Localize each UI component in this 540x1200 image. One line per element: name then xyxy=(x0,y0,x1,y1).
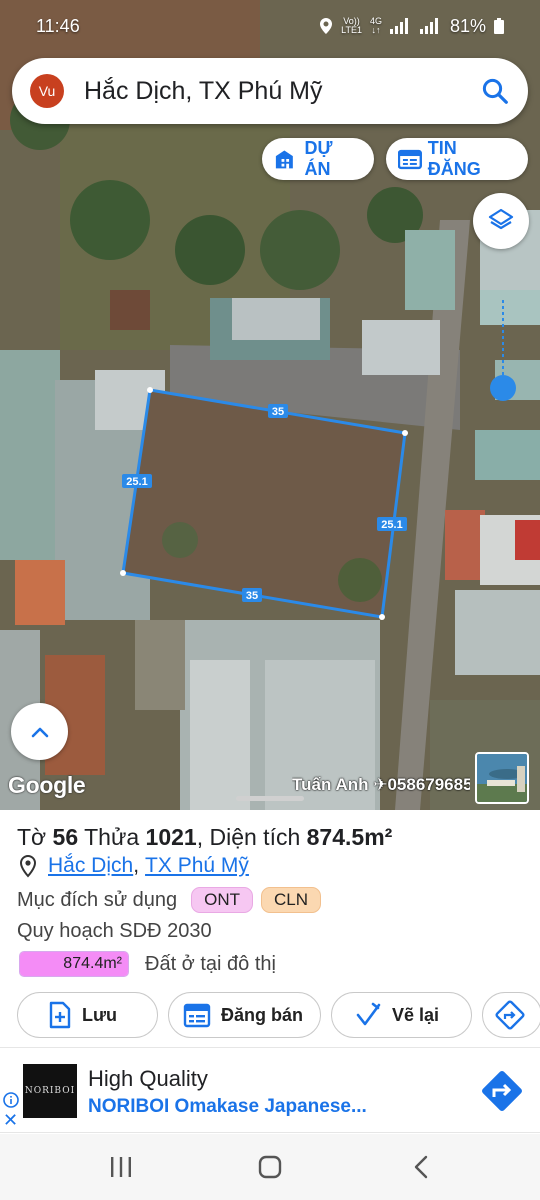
back-icon[interactable] xyxy=(407,1154,437,1180)
tag-cln: CLN xyxy=(261,887,322,913)
tin-dang-label: TIN ĐĂNG xyxy=(427,138,481,179)
status-bar: 11:46 Vo)) LTE1 4G ↓↑ 81% xyxy=(0,0,540,52)
purpose-label: Mục đích sử dụng xyxy=(17,888,178,911)
svg-text:25.1: 25.1 xyxy=(126,476,147,488)
signal-icon-2 xyxy=(419,18,438,34)
sheet-number: 56 xyxy=(52,824,79,850)
layers-button[interactable] xyxy=(473,193,529,249)
search-bar[interactable]: Vu Hắc Dịch, TX Phú Mỹ xyxy=(12,58,528,124)
redraw-icon xyxy=(356,1002,381,1026)
ad-title: High Quality xyxy=(88,1066,208,1091)
ad-banner[interactable]: ✕ NORIBOI High Quality NORIBOI Omakase J… xyxy=(0,1047,540,1133)
avatar[interactable]: Vu xyxy=(30,74,64,108)
location-row: Hắc Dịch, TX Phú Mỹ xyxy=(17,854,249,878)
layers-icon xyxy=(488,208,514,230)
parcel-area: 874.5m² xyxy=(306,824,393,850)
system-nav-bar xyxy=(0,1134,540,1200)
volte-indicator: Vo)) LTE1 xyxy=(341,16,362,35)
search-icon[interactable] xyxy=(480,76,510,106)
measure-bottom: 35 xyxy=(242,588,262,602)
measure-left: 25.1 xyxy=(122,474,152,488)
planning-area-bar: 874.4m² xyxy=(19,951,129,977)
network-indicator: 4G ↓↑ xyxy=(369,16,382,35)
ad-close-icon[interactable]: ✕ xyxy=(3,1111,18,1129)
redraw-button[interactable]: Vẽ lại xyxy=(331,992,472,1038)
status-time: 11:46 xyxy=(36,15,80,36)
planning-area-value: 874.4m² xyxy=(63,955,122,972)
save-button[interactable]: Lưu xyxy=(17,992,158,1038)
planning-area-row: 874.4m² Đất ở tại đô thị xyxy=(19,951,276,977)
save-label: Lưu xyxy=(82,1004,118,1025)
sell-label: Đăng bán xyxy=(221,1004,304,1025)
planning-label: Quy hoạch SDĐ 2030 xyxy=(17,920,212,942)
map-view[interactable]: 35 25.1 25.1 35 11:46 Vo)) LTE1 4G ↓↑ 81% … xyxy=(0,0,540,810)
recent-apps-icon[interactable] xyxy=(106,1154,136,1180)
redraw-label: Vẽ lại xyxy=(392,1004,440,1025)
search-title[interactable]: Hắc Dịch, TX Phú Mỹ xyxy=(84,77,480,106)
location-status-icon xyxy=(320,18,333,34)
listing-icon xyxy=(398,149,422,170)
tag-ont: ONT xyxy=(191,887,254,913)
svg-text:35: 35 xyxy=(272,406,284,418)
du-an-label: DỰ ÁN xyxy=(304,138,333,179)
parcel-info-panel: Tờ 56 Thửa 1021, Diện tích 874.5m² Hắc D… xyxy=(0,810,540,1046)
ad-logo: NORIBOI xyxy=(23,1064,77,1118)
thumbnail-image xyxy=(477,754,527,802)
pin-icon xyxy=(19,854,37,878)
battery-icon xyxy=(494,18,504,34)
measure-top: 35 xyxy=(268,404,288,418)
svg-text:35: 35 xyxy=(246,590,258,602)
add-file-icon xyxy=(49,1001,71,1029)
signal-icon xyxy=(389,18,408,34)
measure-right: 25.1 xyxy=(377,517,407,531)
building-icon xyxy=(275,150,293,169)
du-an-chip[interactable]: DỰ ÁN xyxy=(262,138,374,180)
plot-number: 1021 xyxy=(145,824,197,850)
directions-icon xyxy=(495,1000,525,1030)
expand-up-button[interactable] xyxy=(11,703,68,760)
battery-percent: 81% xyxy=(449,15,486,36)
drag-handle[interactable] xyxy=(236,796,304,801)
street-thumbnail[interactable] xyxy=(475,752,529,804)
action-buttons: Lưu Đăng bán Vẽ lại xyxy=(17,992,540,1038)
ward-link[interactable]: Hắc Dịch xyxy=(48,854,133,878)
chevron-up-icon xyxy=(31,727,48,737)
svg-text:25.1: 25.1 xyxy=(381,519,402,531)
parcel-title: Tờ 56 Thửa 1021, Diện tích 874.5m² xyxy=(17,824,393,850)
ad-info-icon[interactable] xyxy=(3,1092,19,1108)
watermark-text: Tuấn Anh ✈0586796855 xyxy=(292,775,470,794)
google-logo: Google xyxy=(8,772,86,798)
ad-subtitle: NORIBOI Omakase Japanese... xyxy=(88,1096,367,1117)
calendar-list-icon xyxy=(183,1003,211,1028)
purpose-row: Mục đích sử dụng ONT CLN xyxy=(17,887,322,913)
tin-dang-chip[interactable]: TIN ĐĂNG xyxy=(386,138,528,180)
town-link[interactable]: TX Phú Mỹ xyxy=(145,854,249,878)
home-icon[interactable] xyxy=(255,1154,285,1180)
ad-directions-icon[interactable] xyxy=(478,1067,526,1115)
sell-button[interactable]: Đăng bán xyxy=(168,992,321,1038)
directions-button[interactable] xyxy=(482,992,540,1038)
planning-desc: Đất ở tại đô thị xyxy=(145,952,276,975)
